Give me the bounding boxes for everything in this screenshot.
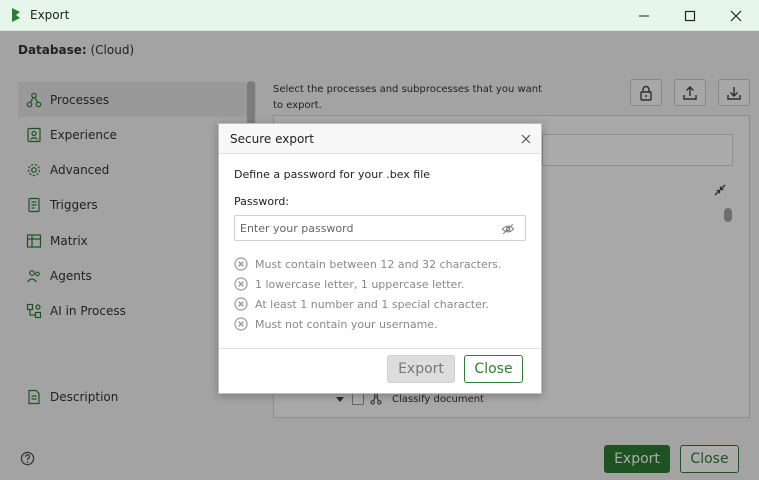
modal-header: Secure export (219, 124, 541, 154)
password-rule-text: Must not contain your username. (255, 317, 438, 331)
password-rule-text: 1 lowercase letter, 1 uppercase letter. (255, 277, 465, 291)
x-circle-icon (234, 317, 248, 331)
maximize-button[interactable] (667, 0, 713, 31)
modal-close-button[interactable] (520, 133, 532, 145)
x-circle-icon (234, 297, 248, 311)
minimize-button[interactable] (621, 0, 667, 31)
password-rule: Must contain between 12 and 32 character… (234, 254, 526, 274)
maximize-icon (684, 10, 696, 21)
window-titlebar: Export (0, 0, 759, 31)
modal-footer: Export Close (219, 348, 541, 393)
password-rule: At least 1 number and 1 special characte… (234, 294, 526, 314)
modal-export-button[interactable]: Export (387, 355, 455, 383)
x-circle-icon (234, 257, 248, 271)
password-rule: Must not contain your username. (234, 314, 526, 334)
close-icon (521, 134, 531, 144)
password-field[interactable] (234, 215, 526, 241)
modal-description: Define a password for your .bex file (234, 168, 431, 181)
eye-slash-icon[interactable] (501, 222, 515, 236)
minimize-icon (639, 15, 649, 16)
app-logo-icon (12, 8, 20, 22)
password-label: Password: (234, 195, 290, 208)
secure-export-dialog: Secure export Define a password for your… (218, 123, 542, 394)
password-rule: 1 lowercase letter, 1 uppercase letter. (234, 274, 526, 294)
window-title: Export (30, 8, 70, 22)
window-close-button[interactable] (713, 0, 759, 31)
close-icon (730, 10, 742, 21)
modal-close-text-button[interactable]: Close (464, 355, 523, 383)
x-circle-icon (234, 277, 248, 291)
password-rule-text: At least 1 number and 1 special characte… (255, 297, 489, 311)
password-rule-text: Must contain between 12 and 32 character… (255, 257, 502, 271)
modal-title: Secure export (230, 132, 314, 146)
password-rules: Must contain between 12 and 32 character… (234, 254, 526, 334)
password-input[interactable] (240, 219, 490, 237)
